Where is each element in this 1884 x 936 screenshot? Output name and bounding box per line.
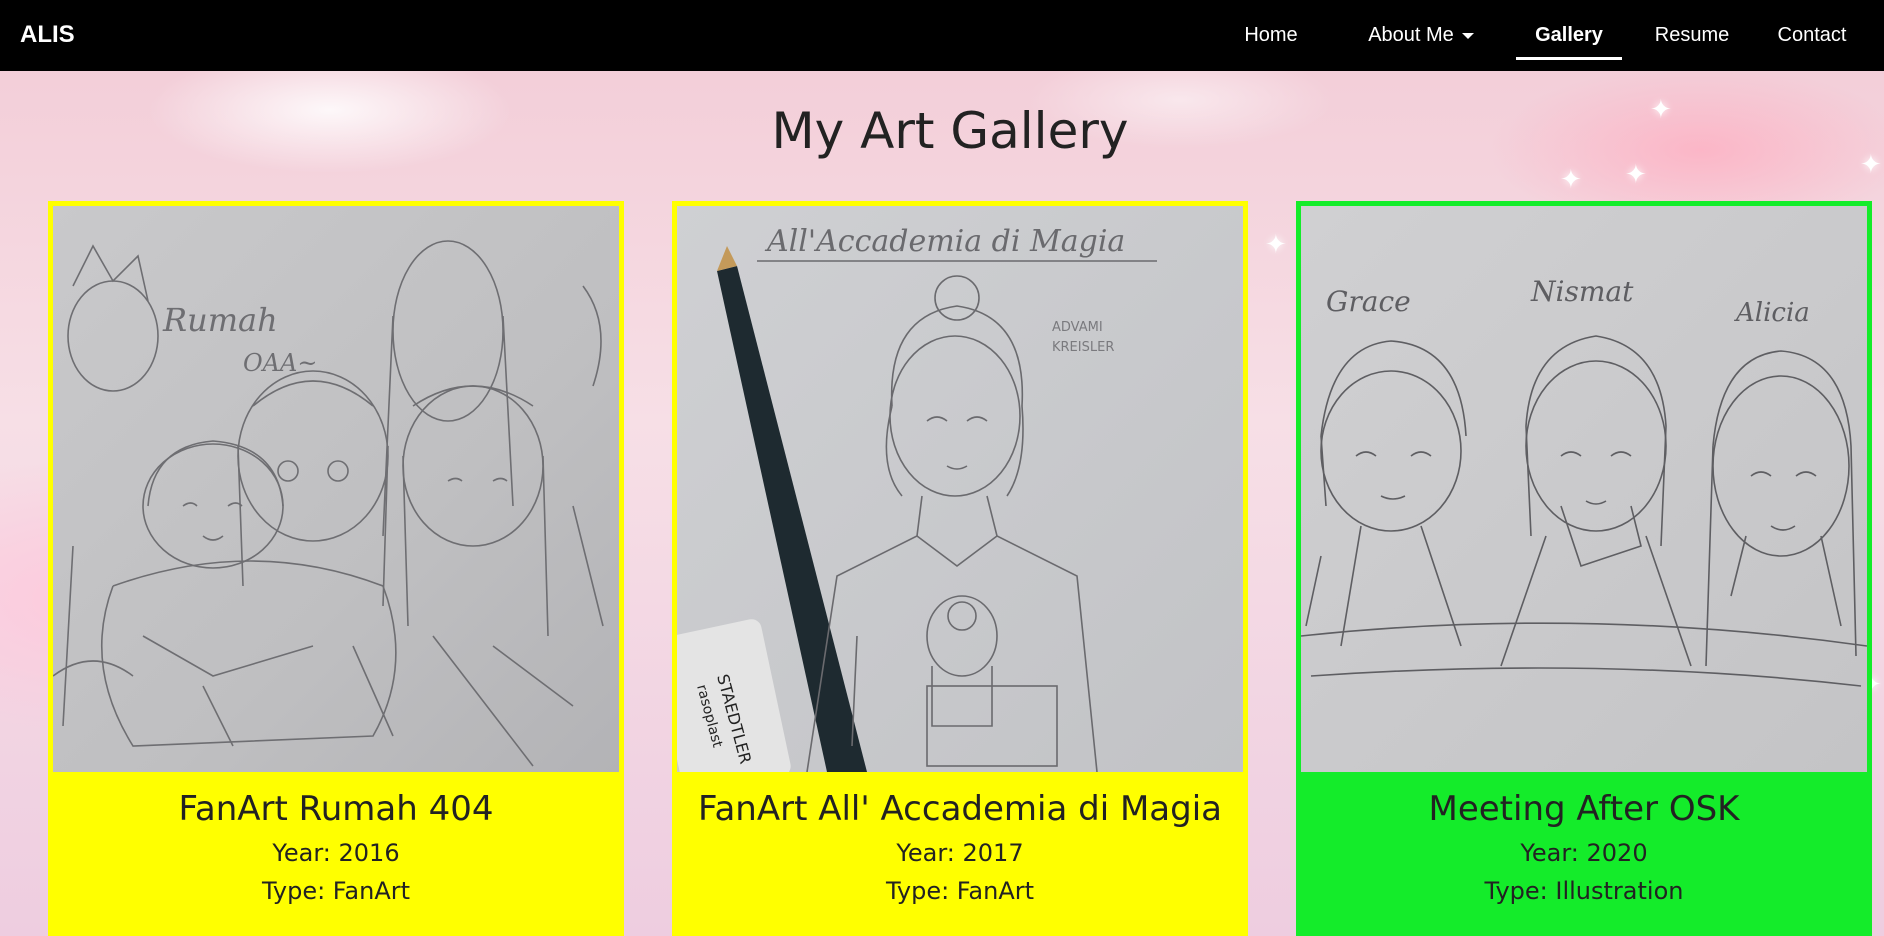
nav-item-about-me[interactable]: About Me xyxy=(1340,0,1502,71)
sketch-text: OAA~ xyxy=(243,349,317,377)
nav-item-home[interactable]: Home xyxy=(1202,0,1340,71)
gallery-card[interactable]: Rumah OAA~ FanArt Rumah 404 Year: 2016 T… xyxy=(48,201,624,936)
nav-item-label: Contact xyxy=(1777,24,1847,46)
card-body: FanArt All' Accademia di Magia Year: 201… xyxy=(677,772,1243,905)
nav-item-gallery[interactable]: Gallery xyxy=(1516,0,1622,71)
nav-item-contact[interactable]: Contact xyxy=(1746,0,1878,71)
gallery-card[interactable]: Grace Nismat Alicia Meeting After OSK Ye… xyxy=(1296,201,1872,936)
sketch-text: Rumah xyxy=(162,301,278,339)
nav-item-resume[interactable]: Resume xyxy=(1638,0,1746,71)
caret-down-icon xyxy=(1461,32,1474,39)
page-title: My Art Gallery xyxy=(771,102,1129,160)
artwork-image[interactable]: All'Accademia di Magia ADVAMI KREISLER S… xyxy=(677,206,1243,772)
card-body: Meeting After OSK Year: 2020 Type: Illus… xyxy=(1301,772,1867,905)
gallery-card[interactable]: All'Accademia di Magia ADVAMI KREISLER S… xyxy=(672,201,1248,936)
sketch-text: ADVAMI xyxy=(1052,320,1103,335)
card-title: Meeting After OSK xyxy=(1428,789,1740,829)
nav-item-label: Gallery xyxy=(1535,24,1603,46)
sparkle-icon: ✦ xyxy=(1265,230,1287,260)
sparkle-icon: ✦ xyxy=(1560,165,1582,195)
nav-item-label: Resume xyxy=(1654,24,1730,46)
sketch-text: Nismat xyxy=(1530,275,1634,308)
card-type: Type: FanArt xyxy=(261,877,411,905)
artwork-image[interactable]: Rumah OAA~ xyxy=(53,206,619,772)
card-year: Year: 2020 xyxy=(1520,839,1648,867)
card-year: Year: 2016 xyxy=(272,839,400,867)
card-title: FanArt All' Accademia di Magia xyxy=(698,789,1222,829)
card-title: FanArt Rumah 404 xyxy=(178,789,494,829)
sketch-text: All'Accademia di Magia xyxy=(764,224,1125,259)
navbar: ALIS Home About Me Gallery Resume Contac… xyxy=(0,0,1884,71)
sparkle-icon: ✦ xyxy=(1625,160,1647,190)
artwork-image[interactable]: Grace Nismat Alicia xyxy=(1301,206,1867,772)
card-type: Type: Illustration xyxy=(1484,877,1684,905)
nav-menu: Home About Me Gallery Resume Contact xyxy=(1202,0,1884,71)
sketch-text: KREISLER xyxy=(1052,340,1114,355)
card-body: FanArt Rumah 404 Year: 2016 Type: FanArt xyxy=(53,772,619,905)
sketch-text: Alicia xyxy=(1734,298,1810,328)
nav-item-label: Home xyxy=(1244,24,1298,46)
nav-item-label: About Me xyxy=(1368,24,1454,46)
brand-logo[interactable]: ALIS xyxy=(20,21,75,49)
card-year: Year: 2017 xyxy=(896,839,1024,867)
sketch-text: Grace xyxy=(1326,285,1411,318)
card-type: Type: FanArt xyxy=(885,877,1035,905)
